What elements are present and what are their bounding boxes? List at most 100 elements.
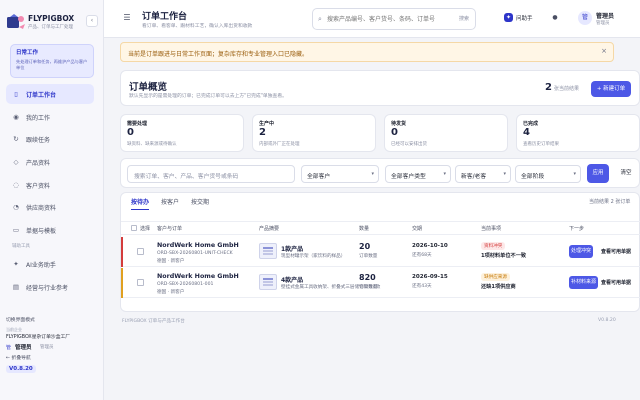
- new-old-select-value: 新客/老客: [461, 174, 487, 180]
- new-order-button[interactable]: + 新建订单: [591, 81, 631, 97]
- stat-card-completed[interactable]: 已完成 4 查看历史订单结果: [516, 114, 640, 152]
- page-subtitle: 看订单、看客单、跟材料工艺，确认入库出货和收款: [142, 24, 253, 29]
- due-date-remaining: 还有68天: [412, 253, 432, 258]
- user-badge-icon: 管: [6, 345, 12, 351]
- stat-value: 0: [391, 127, 398, 138]
- sidebar: FLYPIGBOX 产品、订单与工厂处理 ‹ 日常工作 先处理订单和任务，再维护…: [0, 0, 104, 400]
- tab-by-todo[interactable]: 按待办: [131, 197, 150, 210]
- view-documents-link[interactable]: 查看可用单据: [601, 248, 631, 255]
- view-documents-link[interactable]: 查看可用单据: [601, 279, 631, 286]
- footer-version: V0.8.20: [598, 318, 616, 323]
- sidebar-user-name: 管理员: [15, 345, 32, 351]
- brand-name: FLYPIGBOX: [28, 14, 75, 23]
- sidebar-item-order-workbench[interactable]: ▯ 订单工作台: [6, 84, 94, 104]
- order-search-input[interactable]: 搜索订单、客户、产品、客户货号或条码: [127, 165, 295, 183]
- customer-location: 德国 · 新客户: [157, 259, 185, 264]
- topbar: ☰ 订单工作台 看订单、看客单、跟材料工艺，确认入库出货和收款 ⌕ 搜索 ✦ 问…: [104, 0, 640, 38]
- product-summary: 1款产品: [281, 246, 304, 253]
- status-badge: 缺供应来源: [481, 273, 510, 281]
- search-button[interactable]: 搜索: [459, 15, 469, 22]
- global-search: ⌕ 搜索: [312, 8, 476, 30]
- sidebar-item-customers[interactable]: ◌ 客户资料: [6, 175, 94, 195]
- customer-name[interactable]: NordWerk Home GmbH: [157, 273, 239, 280]
- user-icon: ◌: [13, 180, 19, 189]
- apply-button[interactable]: 应用: [587, 164, 609, 183]
- product-thumbnail: [259, 274, 277, 290]
- customer-location: 德国 · 新客户: [157, 290, 185, 295]
- sidebar-item-label: 我的工作: [26, 114, 51, 122]
- work-card-title: 日常工作: [16, 50, 39, 56]
- flypigbox-logo: [7, 14, 25, 29]
- brand[interactable]: FLYPIGBOX 产品、订单与工厂处理 ‹: [6, 12, 98, 34]
- stat-label: 待发货: [391, 121, 407, 127]
- collapse-nav-button[interactable]: ← 折叠导航: [6, 354, 98, 365]
- select-all-checkbox[interactable]: [131, 225, 137, 231]
- product-summary: 4款产品: [281, 277, 304, 284]
- stage-select[interactable]: 全部阶段 ▾: [515, 165, 581, 183]
- sidebar-item-documents[interactable]: ▭ 单据与模板: [6, 220, 94, 240]
- row-checkbox[interactable]: [137, 279, 144, 286]
- chevron-left-icon[interactable]: ‹: [86, 15, 98, 27]
- overview-title: 订单概览: [129, 82, 168, 93]
- customer-name[interactable]: NordWerk Home GmbH: [157, 242, 239, 249]
- tab-by-due-date[interactable]: 按交期: [191, 197, 209, 206]
- order-number: ORD-SBX-20260801-001: [157, 282, 214, 287]
- sidebar-nav: ▯ 订单工作台 ◉ 我的工作 ↻ 跟续任务 ◇ 产品资料 ◌ 客户资料 ◔ 供应…: [6, 84, 94, 299]
- sidebar-item-ai-assistant[interactable]: ✦ AI业务助手: [6, 254, 94, 274]
- work-card-desc: 先处理订单和任务，再维护产品与客户单位: [16, 59, 88, 70]
- tab-by-customer[interactable]: 按客户: [161, 197, 179, 206]
- sidebar-item-my-work[interactable]: ◉ 我的工作: [6, 107, 94, 127]
- global-search-input[interactable]: [327, 13, 457, 26]
- version-badge: V0.8.20: [6, 365, 36, 373]
- sidebar-item-industry-reference[interactable]: ▤ 经营与行业参考: [6, 277, 94, 297]
- refresh-icon: ↻: [13, 135, 19, 144]
- clear-button[interactable]: 清空: [615, 164, 637, 183]
- menu-icon[interactable]: ☰: [120, 11, 134, 25]
- row-checkbox[interactable]: [137, 248, 144, 255]
- resolve-conflict-button[interactable]: 处理冲突: [569, 245, 594, 258]
- order-overview: 订单概览 默认先显示的是需处理的订单；已完成订单可以去上方"已完成"单独查看。 …: [120, 70, 640, 106]
- header-select: 选择: [140, 226, 151, 232]
- table-result-count: 当前结果 2 张订单: [589, 199, 631, 205]
- stat-label: 已完成: [523, 121, 539, 127]
- order-table: 按待办 按客户 按交期 当前结果 2 张订单 选择 客户与订单 产品摘要 数量 …: [120, 192, 640, 312]
- sidebar-item-label: 经营与行业参考: [26, 284, 69, 292]
- header-current-issue: 当前事项: [481, 226, 502, 232]
- sidebar-item-products[interactable]: ◇ 产品资料: [6, 152, 94, 172]
- daily-work-card: 日常工作 先处理订单和任务，再维护产品与客户单位: [10, 44, 94, 78]
- customer-select-value: 全部客户: [307, 174, 331, 180]
- customer-select[interactable]: 全部客户 ▾: [301, 165, 379, 183]
- stat-card-to-ship[interactable]: 待发货 0 已经可以安排出货: [384, 114, 508, 152]
- due-date: 2026-10-10: [412, 243, 448, 249]
- header-customer: 客户与订单: [157, 226, 183, 232]
- sidebar-user-role: 管理员: [40, 345, 54, 350]
- close-icon[interactable]: ×: [601, 47, 607, 55]
- switch-mode-link[interactable]: 切换界面模式: [6, 316, 98, 327]
- theme-toggle-icon[interactable]: ●: [548, 11, 562, 25]
- due-date: 2026-09-15: [412, 274, 448, 280]
- current-issue: 还缺1项供应商: [481, 284, 516, 290]
- sidebar-item-label: 客户资料: [26, 182, 51, 190]
- header-quantity: 数量: [359, 226, 370, 232]
- result-count-label: 张当前结果: [553, 86, 579, 92]
- assistant-icon: ✦: [504, 13, 513, 22]
- header-product: 产品摘要: [259, 226, 280, 232]
- stat-card-in-production[interactable]: 生产中 2 内部或外厂正在处理: [252, 114, 376, 152]
- sidebar-item-label: 单据与模板: [26, 228, 57, 236]
- customer-type-select[interactable]: 全部客户类型 ▾: [385, 165, 451, 183]
- stat-card-needs-action[interactable]: 需要处理 0 缺资料、缺来源或待确认: [120, 114, 244, 152]
- stat-desc: 缺资料、缺来源或待确认: [127, 142, 177, 147]
- new-old-select[interactable]: 新客/老客 ▾: [455, 165, 511, 183]
- sidebar-footer: 切换界面模式 当前企业 FLYPIGBOX星杂订单沙盒工厂 管 管理员 管理员 …: [6, 316, 98, 373]
- add-material-source-button[interactable]: 补材料来源: [569, 276, 599, 289]
- status-badge: 资料冲突: [481, 242, 506, 250]
- user-menu[interactable]: 管 管理员 管理员: [578, 8, 638, 30]
- table-row[interactable]: NordWerk Home GmbH ORD-SBX-20260801-001 …: [121, 268, 640, 298]
- sidebar-item-follow-tasks[interactable]: ↻ 跟续任务: [6, 129, 94, 149]
- due-date-remaining: 还有43天: [412, 284, 432, 289]
- stat-desc: 已经可以安排出货: [391, 142, 427, 147]
- table-row[interactable]: NordWerk Home GmbH ORD-SBX-20260801-UNIT…: [121, 237, 640, 267]
- sidebar-item-suppliers[interactable]: ◔ 供应商资料: [6, 197, 94, 217]
- brand-subtitle: 产品、订单与工厂处理: [28, 25, 73, 30]
- sidebar-user[interactable]: 管 管理员 管理员: [6, 342, 98, 354]
